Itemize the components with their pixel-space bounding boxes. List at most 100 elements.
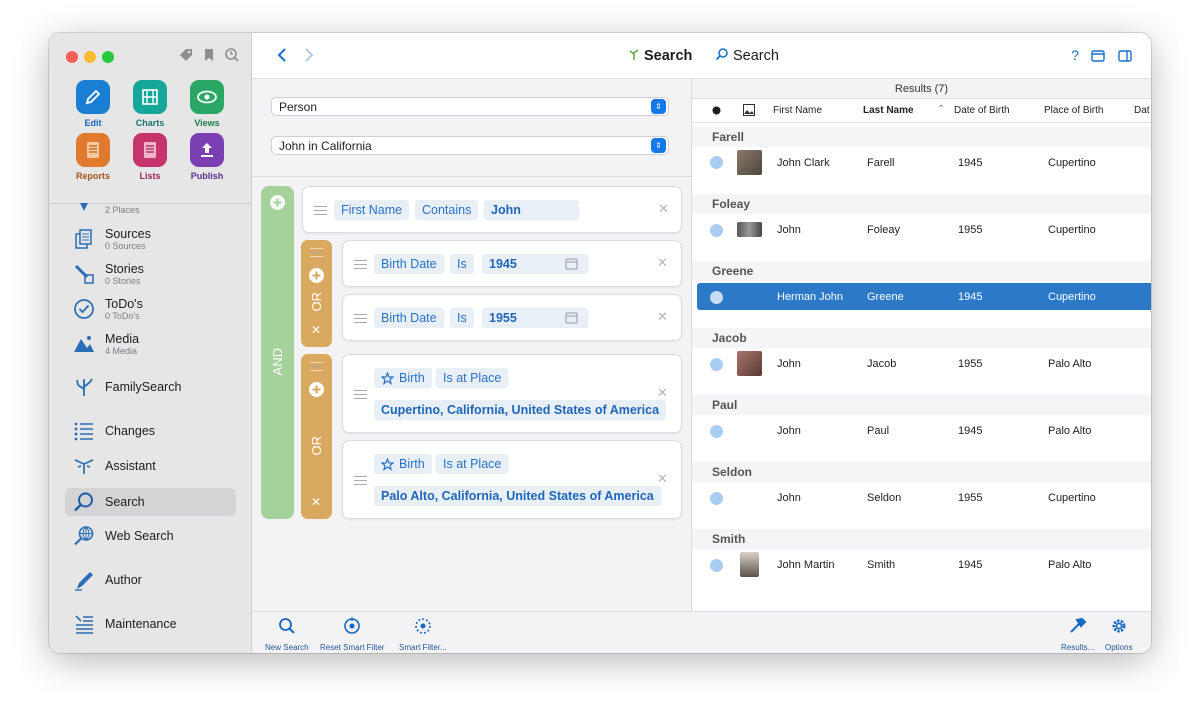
rule-field[interactable]: First Name: [334, 200, 410, 220]
sidebar-item-familysearch[interactable]: FamilySearch: [65, 373, 236, 401]
rule-operator[interactable]: Is: [450, 254, 474, 274]
add-rule-icon[interactable]: [308, 381, 325, 403]
drag-handle-icon[interactable]: [310, 248, 323, 257]
sidebar-item-places[interactable]: 2 Places: [65, 196, 236, 224]
rule-birth-date-1955: Birth Date Is 1955 ✕: [342, 294, 682, 341]
or-label: OR: [309, 436, 324, 456]
rule-field[interactable]: Birth: [374, 368, 432, 388]
bookmark-icon[interactable]: [202, 48, 216, 62]
status-column-icon[interactable]: [712, 106, 721, 118]
table-row-selected[interactable]: Herman John Greene 1945 Cupertino: [697, 283, 1151, 310]
results-button[interactable]: Results...: [1061, 617, 1094, 652]
table-row[interactable]: John Clark Farell 1945 Cupertino: [697, 149, 1151, 176]
options-button[interactable]: Options: [1105, 617, 1133, 652]
rule-field[interactable]: Birth Date: [374, 308, 444, 328]
remove-rule-icon[interactable]: ✕: [657, 385, 668, 401]
reports-button[interactable]: Reports: [65, 133, 121, 181]
rule-operator[interactable]: Is at Place: [436, 454, 509, 474]
table-row[interactable]: John Martin Smith 1945 Palo Alto: [697, 551, 1151, 578]
rule-field[interactable]: Birth Date: [374, 254, 444, 274]
close-window-button[interactable]: [66, 51, 78, 63]
rule-field[interactable]: Birth: [374, 454, 432, 474]
calendar-icon[interactable]: [565, 311, 578, 329]
sidebar-item-todos[interactable]: ToDo's 0 ToDo's: [65, 295, 236, 323]
photo-column-icon[interactable]: [743, 104, 755, 119]
minimize-window-button[interactable]: [84, 51, 96, 63]
group-header: Jacob: [692, 328, 1151, 348]
rule-operator[interactable]: Is: [450, 308, 474, 328]
remove-rule-icon[interactable]: ✕: [657, 255, 668, 271]
sidebar-item-sources[interactable]: Sources 0 Sources: [65, 225, 236, 253]
rule-value-input[interactable]: Cupertino, California, United States of …: [374, 400, 667, 420]
column-date-of-birth[interactable]: Date of Birth: [954, 105, 1010, 116]
drag-handle-icon[interactable]: [354, 390, 367, 399]
sidebar-item-media[interactable]: Media 4 Media: [65, 330, 236, 358]
remove-group-icon[interactable]: ✕: [311, 323, 321, 337]
views-button[interactable]: Views: [179, 80, 235, 128]
sidebar-item-web-search[interactable]: Web Search: [65, 522, 236, 550]
column-date-more[interactable]: Dat: [1134, 105, 1150, 116]
app-window: Edit Charts Views Reports Lists Publish: [49, 33, 1151, 653]
charts-icon: [133, 80, 167, 114]
remove-rule-icon[interactable]: ✕: [657, 309, 668, 325]
drag-handle-icon[interactable]: [354, 476, 367, 485]
add-rule-icon[interactable]: [308, 267, 325, 289]
tag-icon[interactable]: [179, 48, 193, 62]
toolbar-search-button[interactable]: Search: [715, 47, 779, 65]
column-last-name[interactable]: Last Name: [863, 105, 914, 116]
drag-handle-icon[interactable]: [354, 260, 367, 269]
table-row[interactable]: John Jacob 1955 Palo Alto: [697, 350, 1151, 377]
table-row[interactable]: John Paul 1945 Palo Alto: [697, 417, 1151, 444]
table-row[interactable]: John Seldon 1955 Cupertino: [697, 484, 1151, 511]
rule-value-input[interactable]: John: [484, 200, 579, 220]
column-first-name[interactable]: First Name: [773, 105, 822, 116]
hammer-icon: [1069, 617, 1087, 633]
tree-icon: [628, 47, 640, 65]
reports-icon: [76, 133, 110, 167]
remove-rule-icon[interactable]: ✕: [658, 201, 669, 217]
remove-rule-icon[interactable]: ✕: [657, 471, 668, 487]
window-toggle-icon[interactable]: [1091, 49, 1105, 67]
rule-birth-place-cupertino: Birth Is at Place Cupertino, California,…: [342, 354, 682, 433]
new-search-button[interactable]: New Search: [265, 617, 309, 652]
media-icon: [71, 331, 97, 357]
rule-operator[interactable]: Is at Place: [436, 368, 509, 388]
drag-handle-icon[interactable]: [314, 206, 327, 215]
status-dot: [710, 224, 723, 237]
sidebar-item-author[interactable]: Author: [65, 566, 236, 594]
eye-icon: [190, 80, 224, 114]
edit-button[interactable]: Edit: [65, 80, 121, 128]
history-search-icon[interactable]: [225, 48, 239, 62]
status-dot: [710, 156, 723, 169]
smart-filter-button[interactable]: Smart Filter...: [399, 617, 447, 652]
or-label: OR: [309, 292, 324, 312]
calendar-icon[interactable]: [565, 257, 578, 275]
reset-smart-filter-button[interactable]: Reset Smart Filter: [320, 617, 384, 652]
rule-operator[interactable]: Contains: [415, 200, 479, 220]
sidebar-item-changes[interactable]: Changes: [65, 417, 236, 445]
sidebar-item-search[interactable]: Search: [65, 488, 236, 516]
zoom-window-button[interactable]: [102, 51, 114, 63]
forward-button[interactable]: [303, 46, 315, 69]
sources-icon: [71, 226, 97, 252]
table-row[interactable]: John Foleay 1955 Cupertino: [697, 216, 1151, 243]
add-rule-icon[interactable]: [269, 194, 286, 216]
drag-handle-icon[interactable]: [354, 314, 367, 323]
remove-group-icon[interactable]: ✕: [311, 495, 321, 509]
sidebar-toggle-icon[interactable]: [1118, 49, 1132, 67]
upload-icon: [190, 133, 224, 167]
charts-button[interactable]: Charts: [122, 80, 178, 128]
sidebar-item-assistant[interactable]: Assistant: [65, 452, 236, 480]
publish-button[interactable]: Publish: [179, 133, 235, 181]
lists-button[interactable]: Lists: [122, 133, 178, 181]
map-pin-icon: [71, 197, 97, 223]
rule-value-input[interactable]: Palo Alto, California, United States of …: [374, 486, 661, 506]
column-place-of-birth[interactable]: Place of Birth: [1044, 105, 1103, 116]
saved-filter-select[interactable]: John in California ⇕: [271, 136, 669, 155]
help-icon[interactable]: ?: [1071, 47, 1079, 63]
sidebar-item-stories[interactable]: Stories 0 Stories: [65, 260, 236, 288]
back-button[interactable]: [276, 46, 288, 69]
drag-handle-icon[interactable]: [310, 362, 323, 371]
entity-select[interactable]: Person ⇕: [271, 97, 669, 116]
sidebar-item-maintenance[interactable]: Maintenance: [65, 610, 236, 638]
